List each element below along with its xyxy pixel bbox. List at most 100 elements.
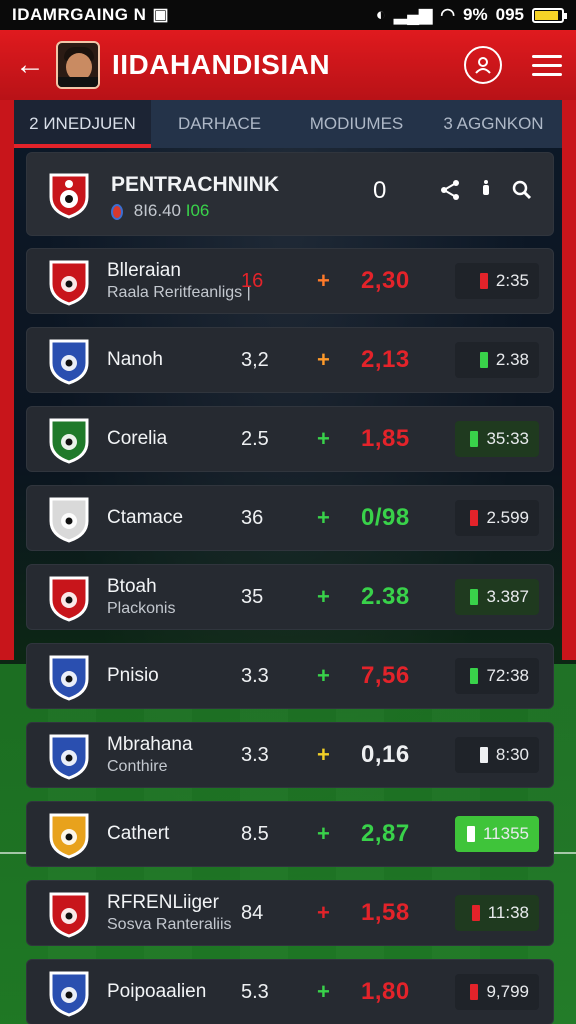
time-chip[interactable]: 2:35: [455, 263, 539, 299]
change-indicator: +: [317, 821, 330, 846]
change-indicator: +: [317, 426, 330, 451]
status-marker-icon: [470, 668, 479, 684]
time-chip[interactable]: 11:38: [455, 895, 539, 931]
hamburger-menu-icon[interactable]: [532, 54, 562, 76]
match-row[interactable]: Blleraian Raala Reritfeanligs | 16 + 2,3…: [26, 248, 554, 314]
odds-value[interactable]: 1,58: [361, 899, 410, 927]
battery-percent: 9%: [463, 5, 488, 24]
odds-value[interactable]: 2,30: [361, 267, 410, 295]
odds-value[interactable]: 2,13: [361, 346, 410, 374]
time-chip[interactable]: 11355: [455, 816, 539, 852]
featured-subtext-value: 8I6.40: [133, 201, 181, 220]
status-marker-icon: [470, 510, 479, 526]
featured-subtext-highlight: I06: [185, 201, 210, 220]
time-chip[interactable]: 72:38: [455, 658, 539, 694]
odds-value[interactable]: 2,87: [361, 820, 410, 848]
time-chip[interactable]: 9,799: [455, 974, 539, 1010]
tab-3[interactable]: MODIUMES: [288, 100, 425, 148]
featured-team-name: PENTRACHNINK: [111, 173, 279, 196]
change-indicator: +: [317, 347, 330, 372]
team-rating: 16: [241, 269, 264, 292]
tab-4[interactable]: 3 AGGNKON: [425, 100, 562, 148]
odds-value[interactable]: 0,16: [361, 741, 410, 769]
team-crest-icon: [47, 811, 91, 859]
back-arrow-icon[interactable]: ←: [14, 48, 46, 81]
team-flag-icon: [111, 203, 123, 220]
match-row[interactable]: RFRENLiiger Sosva Ranteraliis 84 + 1,58 …: [26, 880, 554, 946]
odds-value[interactable]: 0/98: [361, 504, 410, 532]
time-chip-value: 3.387: [486, 587, 529, 606]
time-chip-value: 72:38: [486, 666, 529, 685]
avatar[interactable]: [56, 41, 100, 89]
team-subtitle: Raala Reritfeanligs |: [107, 284, 251, 301]
featured-team-crest-icon: [47, 171, 91, 219]
time-chip-value: 2:35: [495, 271, 529, 290]
match-row[interactable]: Poipoaalien 5.3 + 1,80 9,799: [26, 959, 554, 1024]
odds-value[interactable]: 2.38: [361, 583, 410, 611]
team-name: Blleraian: [107, 260, 181, 281]
match-row[interactable]: Nanoh 3,2 + 2,13 2.38: [26, 327, 554, 393]
featured-subtext: 8I6.40 I06: [111, 201, 209, 221]
time-chip-value: 11:38: [487, 903, 529, 922]
team-subtitle: Conthire: [107, 758, 168, 775]
status-marker-icon: [470, 589, 479, 605]
alarm-icon: ◐: [375, 5, 386, 24]
team-rating: 35: [241, 585, 264, 608]
page-title: IIDAHANDISIAN: [112, 49, 331, 80]
team-name: Cathert: [107, 823, 170, 844]
change-indicator: +: [317, 979, 330, 1004]
match-row[interactable]: Cathert 8.5 + 2,87 11355: [26, 801, 554, 867]
time-chip[interactable]: 8:30: [455, 737, 539, 773]
change-indicator: +: [317, 584, 330, 609]
team-rating: 3.3: [241, 664, 269, 687]
status-marker-icon: [479, 273, 488, 289]
profile-icon[interactable]: [464, 46, 502, 84]
team-rating: 84: [241, 901, 264, 924]
team-rating: 3,2: [241, 348, 269, 371]
team-crest-icon: [47, 258, 91, 306]
time-chip[interactable]: 3.387: [455, 579, 539, 615]
team-crest-icon: [47, 890, 91, 938]
time-chip-value: 8:30: [495, 745, 529, 764]
match-row[interactable]: Btoah Plackonis 35 + 2.38 3.387: [26, 564, 554, 630]
app-header: ← IIDAHANDISIAN: [0, 30, 576, 100]
status-marker-icon: [466, 826, 475, 842]
search-icon[interactable]: [511, 179, 533, 206]
change-indicator: +: [317, 742, 330, 767]
change-indicator: +: [317, 663, 330, 688]
time-chip-value: 2.599: [486, 508, 529, 527]
team-name: RFRENLiiger: [107, 892, 219, 913]
odds-value[interactable]: 1,80: [361, 978, 410, 1006]
tab-1[interactable]: 2 ИNEDJUEN: [14, 100, 151, 148]
match-row[interactable]: Ctamace 36 + 0/98 2.599: [26, 485, 554, 551]
status-marker-icon: [471, 905, 480, 921]
featured-match-card[interactable]: PENTRACHNINK 8I6.40 I06 0: [26, 152, 554, 236]
signal-icon: ▂▄▆: [394, 5, 433, 24]
match-row[interactable]: Pnisio 3.3 + 7,56 72:38: [26, 643, 554, 709]
battery-icon: [532, 7, 567, 23]
team-crest-icon: [47, 416, 91, 464]
wifi-icon: ◠: [440, 5, 456, 24]
share-icon[interactable]: [439, 179, 461, 206]
match-row[interactable]: Corelia 2.5 + 1,85 35:33: [26, 406, 554, 472]
team-name: Ctamace: [107, 507, 184, 528]
team-crest-icon: [47, 969, 91, 1017]
tab-2[interactable]: DARHACE: [151, 100, 288, 148]
right-banner: [562, 100, 576, 660]
match-row[interactable]: Mbrahana Conthire 3.3 + 0,16 8:30: [26, 722, 554, 788]
team-rating: 8.5: [241, 822, 269, 845]
tab-bar: 2 ИNEDJUEN DARHACE MODIUMES 3 AGGNKON: [14, 100, 562, 148]
time-chip[interactable]: 2.38: [455, 342, 539, 378]
time-chip[interactable]: 2.599: [455, 500, 539, 536]
time-chip-value: 11355: [482, 824, 529, 843]
clock: 095: [495, 5, 524, 24]
odds-value[interactable]: 1,85: [361, 425, 410, 453]
odds-value[interactable]: 7,56: [361, 662, 410, 690]
time-chip-value: 35:33: [486, 429, 529, 448]
team-name: Btoah: [107, 576, 157, 597]
time-chip[interactable]: 35:33: [455, 421, 539, 457]
team-rating: 5.3: [241, 980, 269, 1003]
featured-score: 0: [373, 177, 387, 204]
bell-icon[interactable]: [475, 179, 497, 206]
team-name: Corelia: [107, 428, 168, 449]
